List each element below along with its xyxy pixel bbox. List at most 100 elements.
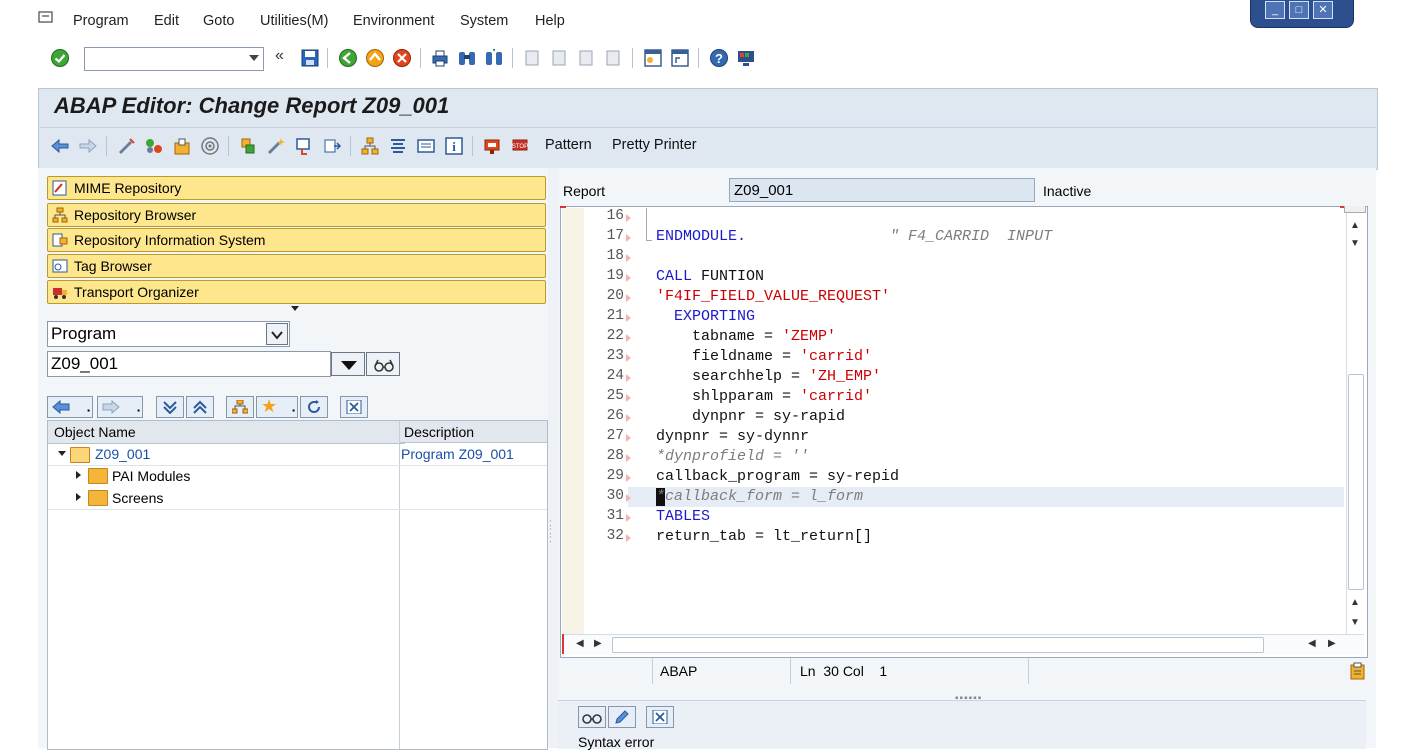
stop-breakpoint-icon[interactable]: STOP [510,136,530,156]
object-name-dropdown[interactable] [331,352,365,376]
arrow-right-icon[interactable] [78,136,98,156]
new-session-icon[interactable] [643,48,663,68]
hierarchy-button[interactable] [226,396,254,418]
expand-toggle-icon[interactable] [76,471,81,479]
code-line[interactable]: *dynprofield = '' [656,448,809,465]
info-icon[interactable]: i [444,136,464,156]
where-used-list-icon[interactable] [322,136,342,156]
display-change-icon[interactable] [116,136,136,156]
menu-goto[interactable]: Goto [203,13,234,29]
code-line[interactable]: ENDMODULE. " F4_CARRID INPUT [656,228,1052,245]
horizontal-scroll-thumb[interactable] [612,637,1264,653]
command-field[interactable] [84,47,264,71]
navigation-window-icon[interactable] [388,136,408,156]
active-inactive-icon[interactable] [144,136,164,156]
find-next-icon[interactable] [484,48,504,68]
where-used-icon[interactable] [200,136,220,156]
last-page-icon[interactable] [603,48,623,68]
object-type-select[interactable]: Program [47,321,290,347]
scroll-up-icon[interactable]: ▲ [1350,220,1360,231]
help-icon[interactable]: ? [709,48,729,68]
menu-edit[interactable]: Edit [154,13,179,29]
menu-program[interactable]: Program [73,13,129,29]
find-icon[interactable] [457,48,477,68]
other-object-icon[interactable] [172,136,192,156]
check-icon[interactable] [238,136,258,156]
scroll-right-icon[interactable]: ▶ [594,638,602,649]
display-object-button[interactable] [366,352,400,376]
code-line[interactable]: callback_program = sy-repid [656,468,899,485]
column-header-description[interactable]: Description [399,421,547,443]
code-line[interactable]: TABLES [656,508,710,525]
print-icon[interactable] [430,48,450,68]
command-input[interactable] [85,48,243,68]
object-list-icon[interactable] [360,136,380,156]
system-menu-icon[interactable] [38,11,56,25]
chevron-down-icon[interactable] [249,55,259,61]
scroll-down-icon[interactable]: ▼ [1350,238,1360,249]
code-line[interactable]: return_tab = lt_return[] [656,528,872,545]
next-page-icon[interactable] [576,48,596,68]
expand-toggle-icon[interactable] [76,493,81,501]
repository-browser-button[interactable]: Repository Browser [47,203,546,227]
edit-message-button[interactable] [608,706,636,728]
mime-repository-button[interactable]: MIME Repository [47,176,546,200]
previous-object-button[interactable]: ▪ [47,396,93,418]
more-objects-icon[interactable] [291,306,299,311]
activate-icon[interactable] [266,136,286,156]
arrow-left-icon[interactable] [50,136,70,156]
code-line[interactable]: 'F4IF_FIELD_VALUE_REQUEST' [656,288,890,305]
exit-icon[interactable] [365,48,385,68]
pane-splitter[interactable]: ::: [548,168,558,748]
scroll-left-icon[interactable]: ◀ [1308,638,1316,649]
split-handle[interactable] [1344,206,1366,213]
first-page-icon[interactable] [522,48,542,68]
minimize-icon[interactable]: _ [1265,1,1285,19]
close-navigator-button[interactable] [340,396,368,418]
close-messages-button[interactable] [646,706,674,728]
menu-help[interactable]: Help [535,13,565,29]
expand-all-button[interactable] [156,396,184,418]
menu-system[interactable]: System [460,13,508,29]
next-object-button[interactable]: ▪ [97,396,143,418]
pretty-printer-button[interactable]: Pretty Printer [612,137,697,153]
repository-info-system-button[interactable]: Repository Information System [47,228,546,252]
collapse-all-button[interactable] [186,396,214,418]
transport-organizer-button[interactable]: Transport Organizer [47,280,546,304]
pattern-button[interactable]: Pattern [545,137,592,153]
back-icon[interactable] [338,48,358,68]
enter-icon[interactable] [50,48,70,68]
collapse-command-icon[interactable]: « [275,47,284,65]
vertical-scroll-thumb[interactable] [1348,374,1364,590]
tag-browser-button[interactable]: Tag Browser [47,254,546,278]
menu-environment[interactable]: Environment [353,13,434,29]
shortcut-icon[interactable] [670,48,690,68]
customize-layout-icon[interactable] [736,48,756,68]
close-window-icon[interactable]: ✕ [1313,1,1333,19]
code-line[interactable]: shlpparam = 'carrid' [656,388,872,405]
scroll-left-icon[interactable]: ◀ [576,638,584,649]
object-name-input[interactable]: Z09_001 [47,351,331,377]
code-line[interactable]: dynpnr = sy-dynnr [656,428,809,445]
code-line[interactable]: CALL FUNTION [656,268,764,285]
cancel-icon[interactable] [392,48,412,68]
scroll-down-icon[interactable]: ▼ [1350,617,1360,628]
save-icon[interactable] [300,48,320,68]
code-line[interactable]: dynpnr = sy-rapid [656,408,845,425]
code-line[interactable]: searchhelp = 'ZH_EMP' [656,368,881,385]
tree-node-screens[interactable]: Screens [112,490,163,506]
scroll-up-icon[interactable]: ▲ [1350,597,1360,608]
code-line[interactable]: EXPORTING [656,308,755,325]
clipboard-icon[interactable] [1350,662,1366,680]
scroll-right-icon[interactable]: ▶ [1328,638,1336,649]
previous-page-icon[interactable] [549,48,569,68]
column-header-object-name[interactable]: Object Name [48,421,405,444]
code-line[interactable]: fieldname = 'carrid' [656,348,872,365]
fullscreen-icon[interactable] [416,136,436,156]
expand-toggle-icon[interactable] [58,451,66,456]
maximize-icon[interactable]: □ [1289,1,1309,19]
breakpoint-icon[interactable] [482,136,502,156]
display-message-button[interactable] [578,706,606,728]
test-icon[interactable] [294,136,314,156]
favorites-button[interactable]: ★ ▪ [256,396,298,418]
